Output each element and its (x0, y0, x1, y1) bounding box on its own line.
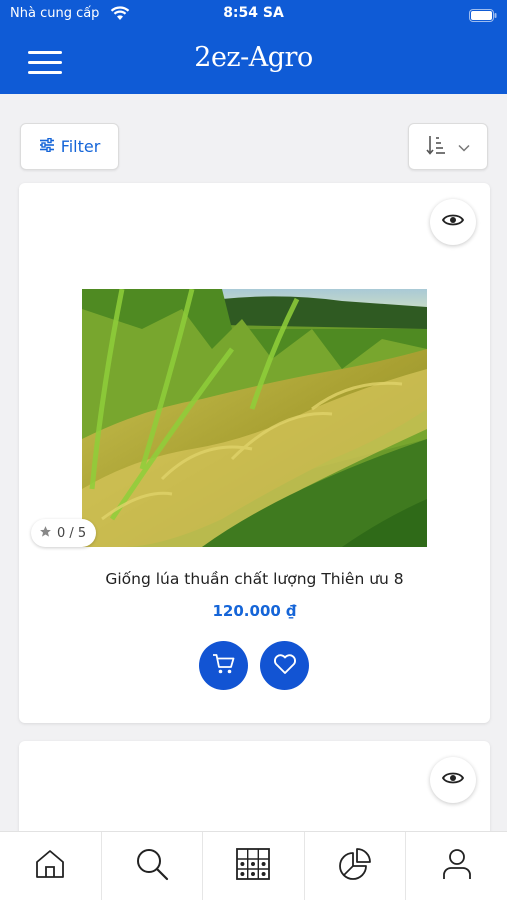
star-icon (39, 525, 52, 542)
filter-label: Filter (60, 137, 101, 156)
home-icon (34, 848, 66, 884)
add-to-cart-button[interactable] (199, 641, 248, 690)
status-bar: Nhà cung cấp 8:54 SA (0, 0, 507, 28)
tab-statistics[interactable] (305, 832, 407, 900)
store-icon (236, 847, 271, 885)
product-name[interactable]: Giống lúa thuần chất lượng Thiên ưu 8 (19, 570, 490, 588)
tab-account[interactable] (406, 832, 507, 900)
add-to-wishlist-button[interactable] (260, 641, 309, 690)
search-icon (135, 847, 169, 885)
user-icon (441, 847, 473, 885)
app-title: 2ez-Agro (194, 42, 313, 73)
battery-icon (469, 7, 497, 26)
sort-descending-icon (426, 134, 446, 160)
tab-search[interactable] (102, 832, 204, 900)
eye-icon (441, 212, 465, 232)
tab-home[interactable] (0, 832, 102, 900)
tab-store[interactable] (203, 832, 305, 900)
sliders-icon (39, 137, 55, 156)
sort-dropdown[interactable] (408, 123, 488, 170)
clock: 8:54 SA (223, 5, 284, 21)
product-card[interactable]: 0 / 5 Giống lúa thuần chất lượng Thiên ư… (19, 183, 490, 723)
bottom-tab-bar (0, 831, 507, 900)
chevron-down-icon (458, 137, 470, 156)
rating-badge: 0 / 5 (31, 519, 97, 547)
quick-view-button[interactable] (430, 199, 476, 245)
quick-view-button[interactable] (430, 757, 476, 803)
rating-text: 0 / 5 (57, 525, 87, 541)
eye-icon (441, 770, 465, 790)
cart-icon (212, 653, 236, 679)
app-header: 2ez-Agro (0, 28, 507, 94)
product-price: 120.000 ₫ (212, 602, 297, 620)
heart-icon (273, 653, 297, 679)
pie-chart-icon (338, 847, 372, 885)
product-image[interactable] (82, 289, 427, 547)
filter-button[interactable]: Filter (20, 123, 119, 170)
